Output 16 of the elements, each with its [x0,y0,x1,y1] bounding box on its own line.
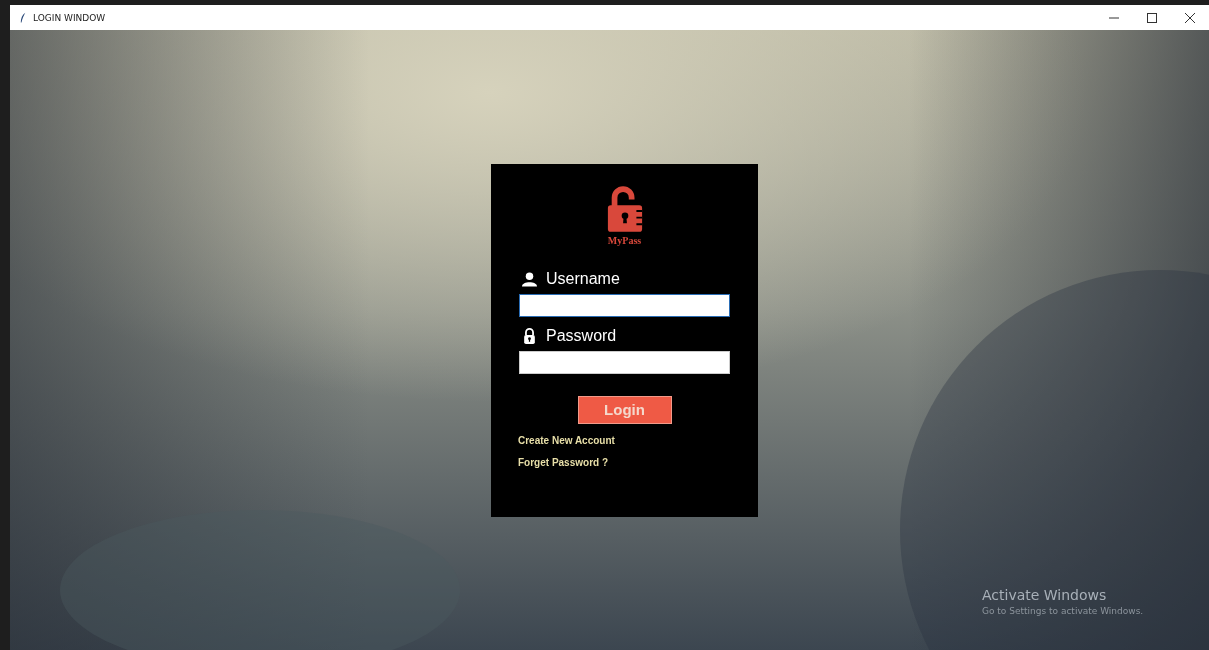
account-link[interactable]: Create New Account [518,434,615,446]
activation-title: Activate Windows [982,587,1108,603]
maximize-icon [1147,12,1157,23]
close-icon [1185,12,1195,23]
password-field[interactable] [519,350,730,374]
lock-icon [522,327,537,344]
user-icon [522,270,537,287]
window-title: LOGIN WINDOW [33,12,106,23]
field-label: Password [546,326,617,345]
padlock-icon [605,185,644,234]
field-label: Username [546,269,620,288]
minimize-icon [1109,16,1119,19]
account-link[interactable]: Forget Password ? [518,456,615,468]
logo-text: MyPass [607,234,642,246]
activation-message: Go to Settings to activate Windows. [982,606,1144,616]
username-field[interactable] [519,293,730,317]
